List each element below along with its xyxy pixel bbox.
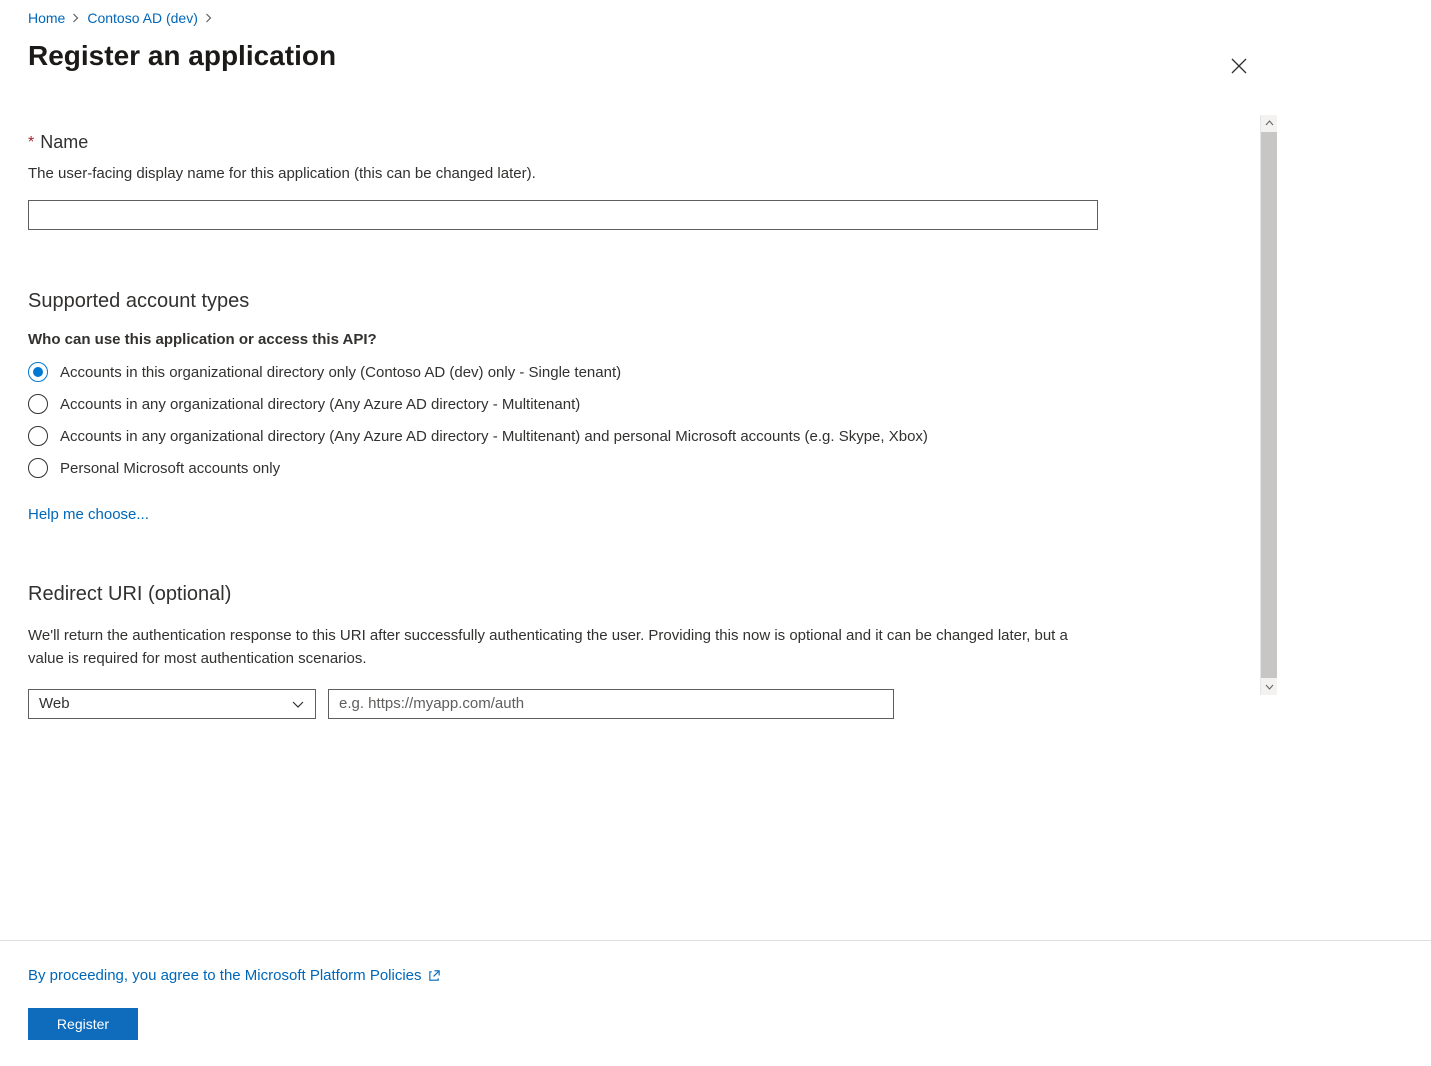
account-types-question: Who can use this application or access t…	[28, 331, 1247, 348]
page-title: Register an application	[28, 40, 1277, 72]
platform-policies-link[interactable]: By proceeding, you agree to the Microsof…	[28, 967, 441, 984]
chevron-right-icon	[71, 13, 81, 23]
redirect-uri-input[interactable]	[328, 689, 894, 719]
radio-label: Personal Microsoft accounts only	[60, 460, 280, 477]
name-input[interactable]	[28, 200, 1098, 230]
help-me-choose-link[interactable]: Help me choose...	[28, 506, 149, 523]
breadcrumb-tenant[interactable]: Contoso AD (dev)	[87, 10, 198, 26]
name-hint: The user-facing display name for this ap…	[28, 165, 1247, 182]
radio-multitenant[interactable]: Accounts in any organizational directory…	[28, 394, 1247, 414]
scroll-up-arrow[interactable]	[1261, 115, 1278, 132]
external-link-icon	[428, 969, 441, 982]
close-icon	[1230, 57, 1248, 75]
account-types-heading: Supported account types	[28, 290, 1247, 313]
platform-dropdown[interactable]: Web	[28, 689, 316, 719]
account-types-radio-group: Accounts in this organizational director…	[28, 362, 1247, 478]
radio-label: Accounts in this organizational director…	[60, 364, 621, 381]
radio-label: Accounts in any organizational directory…	[60, 396, 580, 413]
redirect-uri-hint: We'll return the authentication response…	[28, 624, 1088, 671]
chevron-down-icon	[291, 697, 305, 711]
name-label: Name	[40, 132, 88, 153]
name-label-row: * Name	[28, 132, 1247, 153]
scroll-down-arrow[interactable]	[1261, 678, 1278, 695]
breadcrumb: Home Contoso AD (dev)	[28, 0, 1277, 26]
radio-personal-only[interactable]: Personal Microsoft accounts only	[28, 458, 1247, 478]
platform-selected-value: Web	[39, 695, 70, 712]
breadcrumb-home[interactable]: Home	[28, 10, 65, 26]
register-button[interactable]: Register	[28, 1008, 138, 1040]
required-indicator: *	[28, 134, 34, 152]
close-button[interactable]	[1223, 50, 1255, 82]
radio-label: Accounts in any organizational directory…	[60, 428, 928, 445]
radio-multitenant-personal[interactable]: Accounts in any organizational directory…	[28, 426, 1247, 446]
radio-icon	[28, 458, 48, 478]
radio-icon	[28, 426, 48, 446]
radio-icon	[28, 394, 48, 414]
policies-link-text: By proceeding, you agree to the Microsof…	[28, 967, 422, 984]
chevron-right-icon	[204, 13, 214, 23]
radio-icon	[28, 362, 48, 382]
footer: By proceeding, you agree to the Microsof…	[0, 940, 1431, 1064]
vertical-scrollbar[interactable]	[1260, 115, 1277, 695]
radio-single-tenant[interactable]: Accounts in this organizational director…	[28, 362, 1247, 382]
redirect-uri-heading: Redirect URI (optional)	[28, 583, 1247, 606]
scrollbar-thumb[interactable]	[1261, 132, 1277, 678]
